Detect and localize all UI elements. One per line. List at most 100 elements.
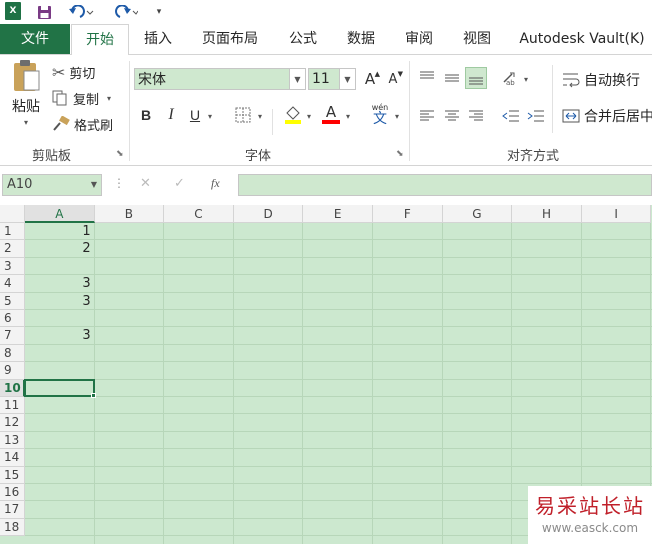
row-header-12[interactable]: 12 (0, 414, 25, 432)
font-size-select[interactable]: 11 ▼ (308, 68, 356, 90)
italic-button[interactable]: I (160, 104, 182, 126)
fill-color-button[interactable] (282, 103, 304, 125)
column-header-d[interactable]: D (233, 205, 304, 223)
align-bottom-button[interactable] (465, 67, 487, 89)
font-color-button[interactable]: A (320, 103, 342, 125)
align-left-button[interactable] (416, 105, 438, 127)
active-cell-indicator[interactable] (24, 378, 95, 397)
orientation-button[interactable]: ab (500, 67, 522, 89)
gridline (25, 483, 652, 484)
watermark-title: 易采站长站 (535, 494, 645, 518)
gridline (25, 413, 652, 415)
enter-icon[interactable]: ✓ (174, 176, 185, 191)
select-all-corner[interactable] (0, 205, 25, 223)
row-header-3[interactable]: 3 (0, 257, 25, 276)
column-header-h[interactable]: H (512, 205, 582, 223)
column-header-i[interactable]: I (581, 205, 652, 223)
tab-file[interactable]: 文件 (0, 24, 70, 54)
align-right-button[interactable] (465, 105, 487, 127)
format-painter-button[interactable]: 格式刷 (52, 113, 113, 135)
row-header-1[interactable]: 1 (0, 223, 25, 241)
chevron-down-icon[interactable]: ▾ (208, 112, 212, 121)
insert-function-icon[interactable]: fx (211, 176, 220, 191)
fill-handle[interactable] (90, 393, 96, 398)
customize-qat-icon[interactable]: ▾ (152, 1, 166, 23)
font-name-select[interactable]: 宋体 ▼ (134, 68, 306, 90)
cell-a5[interactable]: 3 (25, 293, 95, 310)
svg-text:ab: ab (506, 79, 515, 86)
row-header-17[interactable]: 17 (0, 501, 25, 519)
chevron-down-icon[interactable]: ▾ (307, 112, 311, 121)
row-header-16[interactable]: 16 (0, 484, 25, 502)
align-middle-button[interactable] (441, 67, 463, 89)
chevron-down-icon: ▼ (90, 180, 97, 189)
column-header-b[interactable]: B (94, 205, 165, 223)
chevron-down-icon[interactable]: ▾ (395, 112, 399, 121)
tab-data[interactable]: 数据 (338, 24, 384, 54)
tab-view[interactable]: 视图 (454, 24, 500, 54)
cut-button[interactable]: ✂ 剪切 (52, 61, 95, 83)
alignment-group-label: 对齐方式 (507, 149, 560, 164)
row-header-13[interactable]: 13 (0, 431, 25, 450)
scissors-icon: ✂ (52, 62, 66, 82)
underline-button[interactable]: U (184, 104, 206, 126)
formula-input[interactable] (238, 174, 652, 196)
column-header-e[interactable]: E (303, 205, 373, 223)
phonetic-guide-button[interactable]: wén 文 (368, 101, 392, 129)
increase-indent-button[interactable] (525, 105, 547, 127)
tab-home[interactable]: 开始 (71, 24, 129, 55)
tab-insert[interactable]: 插入 (135, 24, 181, 54)
tab-autodesk-vault[interactable]: Autodesk Vault(K) (512, 24, 652, 54)
chevron-down-icon[interactable]: ▾ (524, 75, 528, 84)
row-header-11[interactable]: 11 (0, 397, 25, 415)
name-box[interactable]: A10 ▼ (2, 174, 102, 196)
font-group-label: 字体 (245, 149, 272, 164)
bold-icon: B (140, 107, 152, 123)
wrap-text-button[interactable]: 自动换行 (562, 69, 640, 91)
row-header-7[interactable]: 7 (0, 327, 25, 345)
column-header-f[interactable]: F (373, 205, 443, 223)
merge-center-button[interactable]: 合并后居中 (562, 105, 652, 127)
tab-formulas[interactable]: 公式 (280, 24, 326, 54)
row-header-5[interactable]: 5 (0, 292, 25, 310)
redo-icon[interactable] (108, 1, 142, 23)
cancel-icon[interactable]: ✕ (140, 176, 151, 191)
row-header-10[interactable]: 10 (0, 379, 25, 397)
tab-page-layout[interactable]: 页面布局 (196, 24, 264, 54)
column-header-a[interactable]: A (25, 205, 95, 223)
save-icon[interactable] (33, 1, 55, 23)
row-header-14[interactable]: 14 (0, 449, 25, 467)
copy-label: 复制 (73, 92, 100, 108)
tab-review[interactable]: 审阅 (396, 24, 442, 54)
undo-icon[interactable] (64, 1, 98, 23)
decrease-indent-button[interactable] (500, 105, 522, 127)
align-center-button[interactable] (441, 105, 463, 127)
increase-indent-icon (527, 110, 544, 122)
bold-button[interactable]: B (135, 104, 157, 126)
row-header-15[interactable]: 15 (0, 466, 25, 484)
paste-button[interactable]: 粘贴 ▾ (6, 59, 46, 137)
shrink-font-button[interactable]: A ▼ (382, 68, 404, 90)
align-top-button[interactable] (416, 67, 438, 89)
cell-a1[interactable]: 1 (25, 223, 95, 240)
chevron-down-icon[interactable]: ▾ (258, 112, 262, 121)
chevron-down-icon[interactable]: ▾ (346, 112, 350, 121)
column-header-g[interactable]: G (442, 205, 513, 223)
cell-a4[interactable]: 3 (25, 275, 95, 292)
grow-font-button[interactable]: A ▲ (359, 68, 381, 90)
font-launcher-icon[interactable]: ⬊ (396, 149, 404, 159)
row-header-9[interactable]: 9 (0, 362, 25, 380)
row-header-18[interactable]: 18 (0, 518, 25, 537)
copy-button[interactable]: 复制 ▾ (52, 87, 111, 109)
column-header-c[interactable]: C (164, 205, 234, 223)
name-box-value: A10 (7, 177, 33, 192)
cell-a2[interactable]: 2 (25, 240, 95, 257)
clipboard-launcher-icon[interactable]: ⬊ (116, 149, 124, 159)
row-header-2[interactable]: 2 (0, 240, 25, 258)
row-header-6[interactable]: 6 (0, 310, 25, 328)
cell-a7[interactable]: 3 (25, 327, 95, 344)
row-header-8[interactable]: 8 (0, 344, 25, 363)
row-header-4[interactable]: 4 (0, 275, 25, 293)
gridline (25, 430, 652, 432)
borders-button[interactable] (232, 104, 254, 126)
